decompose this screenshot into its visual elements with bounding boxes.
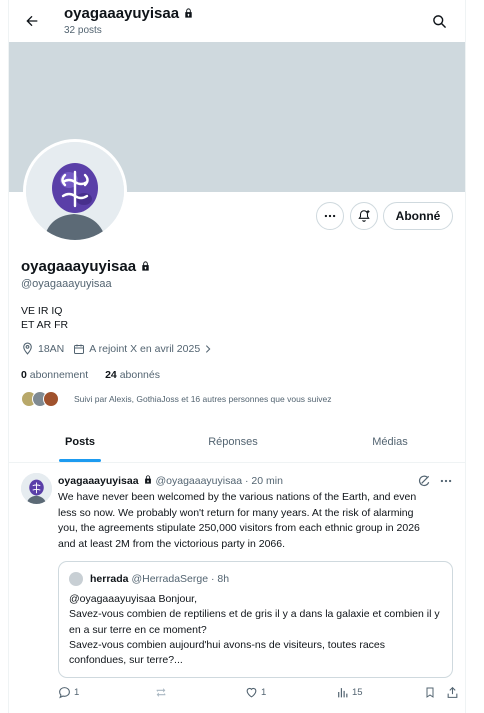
- bio-line: VE IR IQ: [21, 305, 63, 317]
- bell-plus-icon: [358, 210, 370, 222]
- avatar: [26, 142, 124, 240]
- location-item: 18AN: [21, 342, 64, 355]
- reply-count: 1: [74, 687, 80, 698]
- profile-tabs: Posts Réponses Médias: [9, 422, 465, 463]
- tab-replies[interactable]: Réponses: [187, 422, 279, 462]
- quote-text: @oyagaaayuyisaa Bonjour, Savez-vous comb…: [69, 592, 445, 668]
- header-name: oyagaaayuyisaa: [64, 5, 180, 22]
- share-icon: [447, 686, 458, 698]
- active-tab-indicator: [59, 459, 101, 462]
- tab-media[interactable]: Médias: [349, 422, 431, 462]
- profile-meta: 18AN A rejoint X en avril 2025: [21, 342, 226, 355]
- share-button[interactable]: [446, 686, 459, 699]
- grok-icon: [418, 475, 430, 486]
- location-text: 18AN: [38, 342, 65, 355]
- more-horizontal-icon: [440, 479, 452, 483]
- follower-avatar: [43, 391, 59, 407]
- arrow-left-icon: [26, 15, 38, 27]
- calendar-icon: [74, 344, 85, 354]
- profile-bio: VE IR IQ ET AR FR: [21, 304, 68, 332]
- heart-icon: [246, 687, 257, 698]
- profile-handle: @oyagaaayuyisaa: [21, 278, 112, 290]
- followed-by-text: Suivi par Alexis, GothiaJoss et 16 autre…: [74, 394, 332, 404]
- views-icon: [338, 688, 348, 698]
- chevron-right-icon: [206, 344, 211, 353]
- quote-line: Savez-vous combien de reptiliens et de g…: [69, 608, 440, 636]
- followers-link[interactable]: 24 abonnés: [105, 369, 160, 381]
- views-button[interactable]: 15: [336, 686, 363, 699]
- like-button[interactable]: 1: [245, 686, 266, 699]
- repost-icon: [156, 688, 166, 697]
- follow-counts: 0 abonnement 24 abonnés: [21, 369, 160, 381]
- quote-author-handle: @HerradaSerge: [131, 573, 209, 585]
- profile-display-name: oyagaaayuyisaa: [21, 258, 137, 275]
- joined-text: A rejoint X en avril 2025: [89, 342, 201, 355]
- followers-label: abonnés: [119, 369, 160, 381]
- search-button[interactable]: [429, 11, 449, 31]
- lock-icon: [142, 261, 149, 271]
- following-count: 0: [21, 369, 27, 381]
- quote-header: herrada @HerradaSerge · 8h: [90, 573, 229, 585]
- following-label: abonnement: [29, 369, 89, 381]
- profile-name: oyagaaayuyisaa: [21, 258, 151, 275]
- tweet-header: oyagaaayuyisaa @oyagaaayuyisaa · 20 min: [58, 474, 283, 487]
- tweet-separator: ·: [244, 475, 249, 487]
- search-icon: [432, 14, 446, 28]
- quote-separator: ·: [211, 573, 215, 585]
- tab-posts[interactable]: Posts: [49, 422, 111, 462]
- more-options-button[interactable]: [316, 202, 344, 230]
- bio-line: ET AR FR: [21, 319, 69, 331]
- posts-count: 32 posts: [64, 25, 102, 36]
- tweet-author-handle[interactable]: @oyagaaayuyisaa: [155, 475, 242, 487]
- tweet-time[interactable]: 20 min: [251, 475, 283, 487]
- tweet-text: We have never been welcomed by the vario…: [58, 491, 420, 550]
- followed-by[interactable]: Suivi par Alexis, GothiaJoss et 16 autre…: [21, 391, 332, 407]
- view-count: 15: [352, 687, 363, 698]
- quote-line: Savez-vous combien aujourd'hui avons-ns …: [69, 638, 385, 667]
- bookmark-button[interactable]: [424, 686, 436, 699]
- tweet-more-button[interactable]: [439, 474, 453, 493]
- avatar-image: [26, 142, 124, 240]
- tweet-avatar[interactable]: [21, 473, 52, 504]
- tweet-author-name[interactable]: oyagaaayuyisaa: [58, 475, 139, 487]
- top-header: oyagaaayuyisaa 32 posts: [9, 0, 465, 42]
- more-horizontal-icon: [324, 214, 336, 218]
- tweet-actions: 1 1 15: [58, 686, 458, 704]
- followers-count: 24: [105, 369, 117, 381]
- subscribe-notifications-button[interactable]: [350, 202, 378, 230]
- quote-author-name: herrada: [90, 573, 129, 585]
- back-button[interactable]: [21, 10, 43, 32]
- quote-line: @oyagaaayuyisaa Bonjour,: [69, 593, 197, 605]
- quoted-tweet[interactable]: herrada @HerradaSerge · 8h @oyagaaayuyis…: [58, 561, 453, 678]
- reply-button[interactable]: 1: [58, 686, 79, 699]
- header-title: oyagaaayuyisaa: [64, 5, 194, 22]
- lock-icon: [144, 475, 151, 484]
- quote-time: 8h: [217, 573, 230, 585]
- quote-avatar: [69, 572, 83, 586]
- location-pin-icon: [23, 342, 32, 355]
- like-count: 1: [261, 687, 267, 698]
- following-link[interactable]: 0 abonnement: [21, 369, 88, 381]
- joined-item[interactable]: A rejoint X en avril 2025: [73, 343, 217, 355]
- bookmark-icon: [426, 687, 434, 698]
- repost-button[interactable]: [154, 686, 168, 699]
- subscribed-button[interactable]: Abonné: [383, 202, 453, 230]
- lock-icon: [185, 8, 192, 18]
- profile-column: oyagaaayuyisaa 32 posts Abonné oyagaaayu…: [8, 0, 466, 713]
- profile-avatar[interactable]: [23, 139, 127, 243]
- reply-icon: [59, 687, 70, 699]
- avatar-image: [21, 473, 52, 504]
